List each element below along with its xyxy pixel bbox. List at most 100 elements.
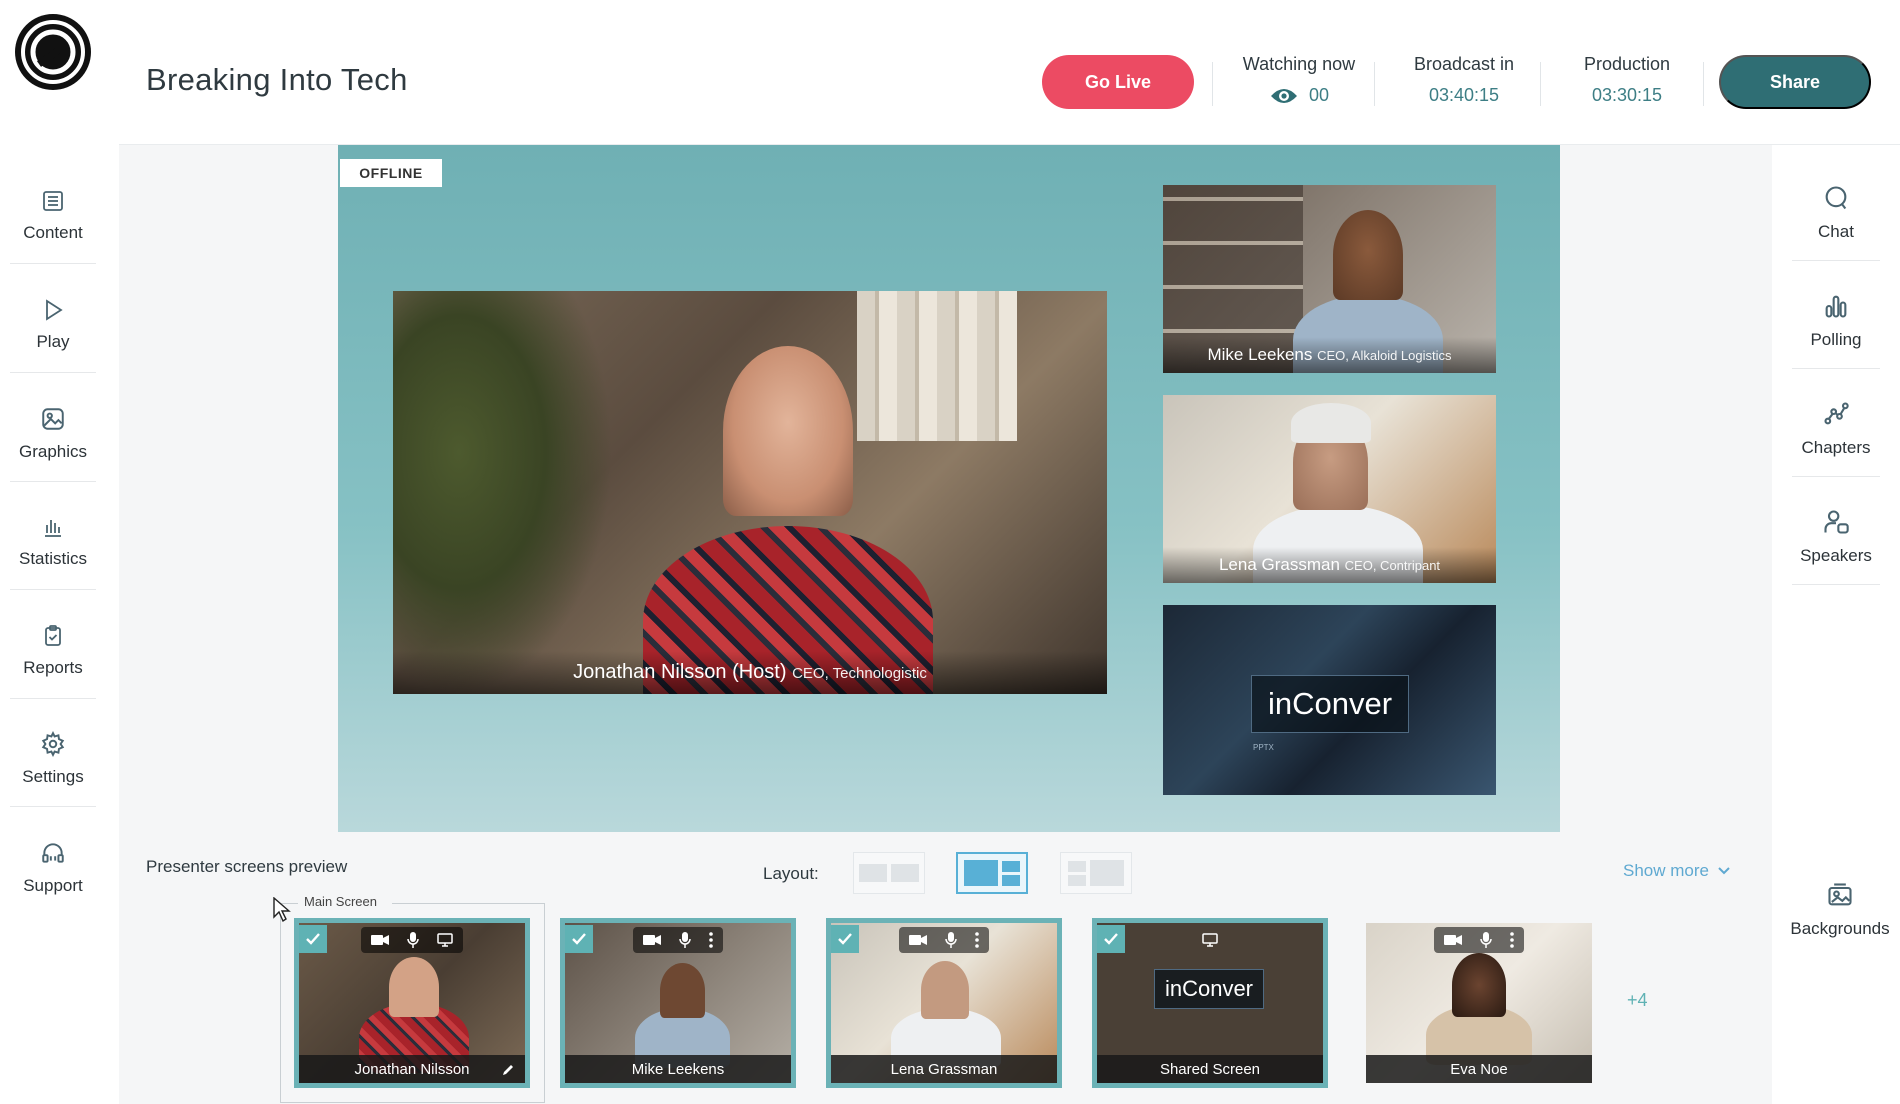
selected-checkbox[interactable] (831, 925, 859, 953)
camera-icon[interactable] (1444, 934, 1462, 946)
side-speaker-video-1[interactable]: Mike Leekens CEO, Alkaloid Logistics (1163, 185, 1496, 373)
presenter-thumb-shared-screen[interactable]: inConver Shared Screen (1092, 918, 1328, 1088)
speaker-hair (1291, 403, 1371, 443)
sidebar-item-label: Play (36, 331, 70, 351)
screen-share-icon[interactable] (1202, 933, 1218, 947)
live-stage: OFFLINE Jonathan Nilsson (Host) CEO, Tec… (338, 145, 1560, 832)
check-icon (838, 933, 852, 945)
watching-now-stat: Watching now 00 (1229, 54, 1369, 106)
sidebar-item-label: Chat (1818, 221, 1854, 241)
status-badge: OFFLINE (340, 159, 442, 187)
chat-icon (1825, 185, 1847, 209)
camera-icon[interactable] (643, 934, 661, 946)
presenter-thumb-eva[interactable]: Eva Noe (1366, 923, 1592, 1083)
check-icon (572, 933, 586, 945)
microphone-icon[interactable] (679, 932, 691, 948)
selected-checkbox[interactable] (1097, 925, 1125, 953)
speaker-face (921, 961, 969, 1019)
sidebar-item-label: Graphics (18, 441, 88, 461)
more-presenters-count[interactable]: +4 (1627, 990, 1648, 1011)
gear-icon (41, 730, 65, 757)
thumb-controls (1434, 927, 1524, 953)
main-speaker-caption: Jonathan Nilsson (Host) CEO, Technologis… (393, 651, 1107, 694)
screen-share-icon[interactable] (437, 933, 453, 947)
sidebar-item-label: Content (23, 222, 83, 242)
production-value: 03:30:15 (1591, 85, 1663, 105)
side-speaker-video-2[interactable]: Lena Grassman CEO, Contripant (1163, 395, 1496, 583)
side-speaker-name: Lena Grassman (1218, 555, 1340, 574)
edit-pencil-icon[interactable] (501, 1063, 515, 1077)
presenter-thumb-lena[interactable]: Lena Grassman (826, 918, 1062, 1088)
app-logo[interactable] (15, 14, 91, 90)
slide-subtitle: PPTX (1253, 743, 1274, 752)
plant-decor (393, 291, 613, 694)
presenter-name: Mike Leekens (565, 1055, 791, 1083)
sidebar-item-graphics[interactable]: Graphics (10, 386, 96, 482)
presenter-name: Eva Noe (1366, 1055, 1592, 1083)
sidebar-item-label: Chapters (1801, 437, 1871, 457)
slide-title: inConver (1154, 969, 1264, 1009)
sidebar-item-label: Support (23, 876, 83, 895)
microphone-icon[interactable] (945, 932, 957, 948)
sidebar-item-settings[interactable]: Settings (10, 711, 96, 807)
left-sidebar: Content Play Graphics Statistics Reports… (0, 0, 119, 1104)
more-vertical-icon[interactable] (1510, 932, 1514, 948)
sidebar-item-chapters[interactable]: Chapters (1792, 381, 1880, 477)
main-speaker-name: Jonathan Nilsson (Host) (573, 661, 787, 683)
clipboard-icon (45, 624, 61, 646)
thumb-controls (899, 927, 989, 953)
main-speaker-video[interactable]: Jonathan Nilsson (Host) CEO, Technologis… (393, 291, 1107, 694)
show-more-link[interactable]: Show more (1623, 861, 1731, 881)
show-more-label: Show more (1623, 861, 1709, 880)
presenter-name: Shared Screen (1097, 1055, 1323, 1083)
presenter-thumb-mike[interactable]: Mike Leekens (560, 918, 796, 1088)
layout-option-side-plus-main[interactable] (1060, 852, 1132, 894)
sidebar-item-speakers[interactable]: Speakers (1792, 489, 1880, 585)
backgrounds-label: Backgrounds (1790, 919, 1890, 938)
speakers-icon (1824, 509, 1849, 534)
bookshelf-decor (857, 291, 1017, 441)
sidebar-item-polling[interactable]: Polling (1792, 273, 1880, 369)
sidebar-item-reports[interactable]: Reports (10, 603, 96, 699)
more-vertical-icon[interactable] (975, 932, 979, 948)
divider (1374, 62, 1375, 106)
camera-icon[interactable] (909, 934, 927, 946)
content-icon (43, 190, 63, 211)
side-speaker-caption: Lena Grassman CEO, Contripant (1163, 547, 1496, 583)
go-live-button[interactable]: Go Live (1042, 55, 1194, 109)
sidebar-item-label: Speakers (1800, 545, 1872, 565)
presenter-thumb-jonathan[interactable]: Jonathan Nilsson (294, 918, 530, 1088)
sidebar-item-statistics[interactable]: Statistics (10, 494, 96, 590)
image-icon (42, 407, 64, 430)
layout-option-side-by-side[interactable] (853, 852, 925, 894)
divider (1703, 62, 1704, 106)
microphone-icon[interactable] (407, 932, 419, 948)
broadcast-in-stat: Broadcast in 03:40:15 (1389, 54, 1539, 106)
right-sidebar: Chat Polling Chapters Speakers (1772, 145, 1900, 1104)
selected-checkbox[interactable] (299, 925, 327, 953)
speaker-face (1452, 953, 1506, 1017)
thumb-controls (1192, 927, 1228, 953)
camera-icon[interactable] (371, 934, 389, 946)
sidebar-item-support[interactable]: Support (10, 820, 96, 916)
sidebar-item-content[interactable]: Content (10, 168, 96, 264)
shared-slide-video[interactable]: inConver PPTX (1163, 605, 1496, 795)
broadcast-in-value: 03:40:15 (1428, 85, 1500, 105)
backgrounds-button[interactable]: Backgrounds (1780, 860, 1900, 960)
speaker-face (1333, 210, 1403, 300)
slide-title: inConver (1251, 675, 1409, 733)
share-button[interactable]: Share (1719, 55, 1871, 109)
layout-label: Layout: (763, 864, 819, 883)
sidebar-item-label: Statistics (18, 548, 88, 568)
thumb-controls (361, 927, 463, 953)
microphone-icon[interactable] (1480, 932, 1492, 948)
sidebar-item-play[interactable]: Play (10, 277, 96, 373)
more-vertical-icon[interactable] (709, 932, 713, 948)
chevron-down-icon (1718, 867, 1730, 875)
check-icon (1104, 933, 1118, 945)
eye-icon (1270, 88, 1297, 103)
layout-option-main-plus-side[interactable] (956, 852, 1028, 894)
selected-checkbox[interactable] (565, 925, 593, 953)
sidebar-item-chat[interactable]: Chat (1792, 165, 1880, 261)
presenter-name: Jonathan Nilsson (299, 1055, 525, 1083)
